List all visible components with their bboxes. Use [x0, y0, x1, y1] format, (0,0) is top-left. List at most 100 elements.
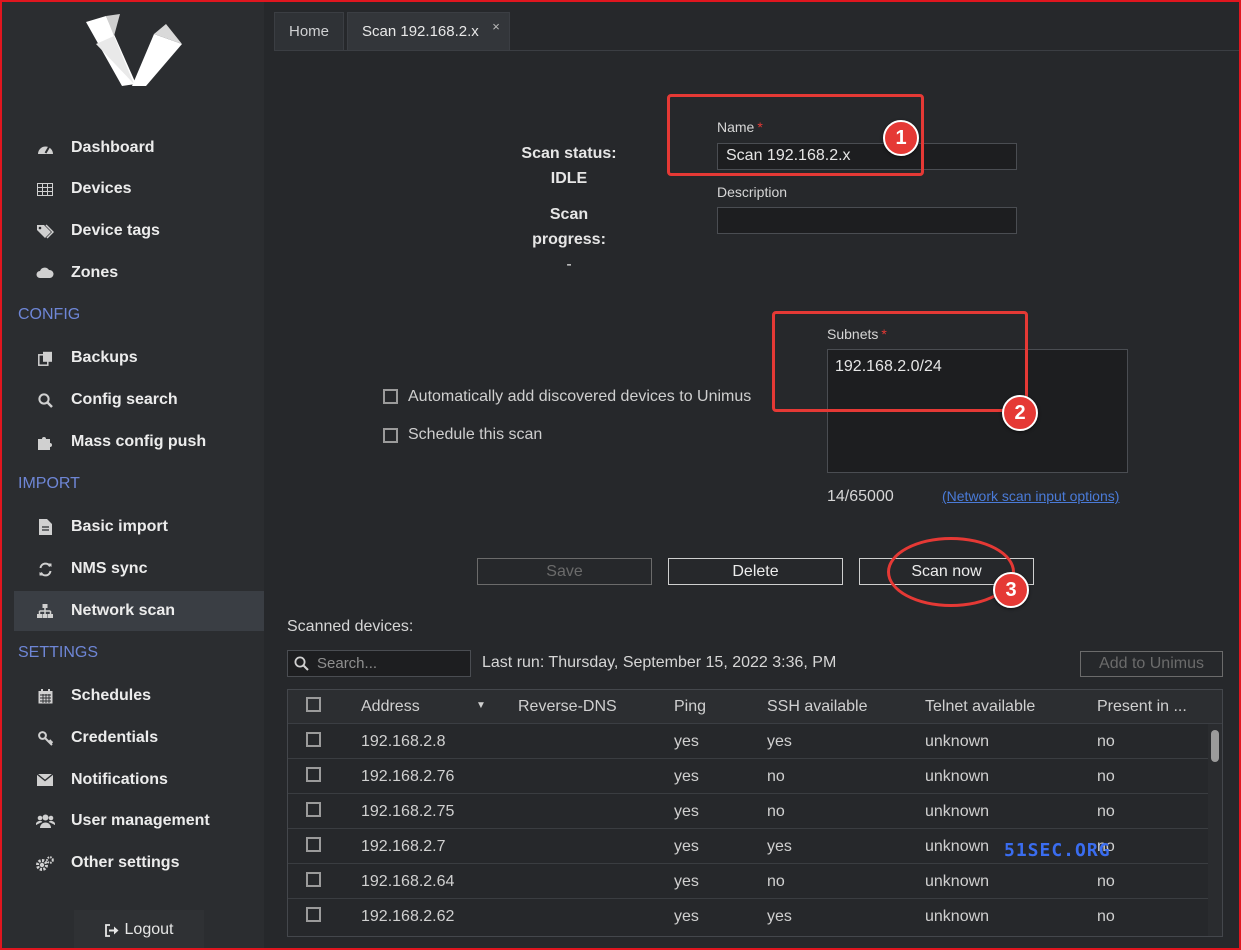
sidebar-item-notifications[interactable]: Notifications: [14, 760, 264, 800]
main-area: Home Scan 192.168.2.x × Scan status: IDL…: [274, 12, 1240, 948]
search-field[interactable]: Search...: [287, 650, 471, 677]
cell-ping: yes: [674, 873, 699, 890]
column-header-telnet[interactable]: Telnet available: [925, 698, 1035, 716]
column-header-reverse-dns[interactable]: Reverse-DNS: [518, 698, 617, 716]
column-header-ssh[interactable]: SSH available: [767, 698, 868, 716]
sidebar-item-user-management[interactable]: User management: [14, 801, 264, 841]
table-row[interactable]: 192.168.2.64 yes no unknown no: [288, 864, 1208, 899]
sidebar-item-label: Zones: [71, 264, 119, 281]
close-icon[interactable]: ×: [492, 19, 500, 34]
scan-progress-value: -: [566, 256, 572, 273]
cell-ssh: yes: [767, 733, 792, 750]
sidebar-section-import: IMPORT: [18, 475, 80, 492]
cell-telnet: unknown: [925, 768, 990, 785]
sidebar-item-config-search[interactable]: Config search: [14, 380, 264, 420]
logout-label: Logout: [124, 921, 174, 938]
table-row[interactable]: 192.168.2.75 yes no unknown no: [288, 794, 1208, 829]
cogs-icon: [34, 854, 56, 872]
cell-address: 192.168.2.7: [361, 838, 446, 855]
cell-ping: yes: [674, 768, 699, 785]
delete-button[interactable]: Delete: [668, 558, 843, 585]
cloud-icon: [34, 264, 56, 282]
row-checkbox[interactable]: [306, 907, 321, 922]
row-checkbox[interactable]: [306, 767, 321, 782]
sidebar-item-label: User management: [71, 812, 210, 829]
sort-desc-icon[interactable]: ▼: [476, 700, 486, 711]
users-icon: [34, 812, 56, 830]
cell-address: 192.168.2.76: [361, 768, 455, 785]
sidebar-item-mass-config-push[interactable]: Mass config push: [14, 422, 264, 462]
tab-label: Scan 192.168.2.x: [362, 23, 479, 40]
cell-present: no: [1097, 733, 1115, 750]
row-checkbox[interactable]: [306, 802, 321, 817]
network-scan-input-options-link[interactable]: (Network scan input options): [942, 488, 1119, 504]
logout-button[interactable]: Logout: [74, 910, 204, 950]
cell-ssh: yes: [767, 908, 792, 925]
search-placeholder: Search...: [317, 655, 378, 672]
sidebar-item-devices[interactable]: Devices: [14, 169, 264, 209]
table-scrollbar[interactable]: [1208, 724, 1222, 936]
cell-telnet: unknown: [925, 838, 990, 855]
tab-bar: Home Scan 192.168.2.x ×: [274, 12, 513, 50]
cell-ssh: no: [767, 768, 785, 785]
cell-present: no: [1097, 908, 1115, 925]
save-button[interactable]: Save: [477, 558, 652, 585]
dashboard-icon: [34, 139, 56, 157]
auto-add-label: Automatically add discovered devices to …: [408, 388, 752, 405]
auto-add-checkbox[interactable]: [383, 389, 398, 404]
sidebar-item-dashboard[interactable]: Dashboard: [14, 128, 264, 168]
cell-present: no: [1097, 803, 1115, 820]
sidebar-item-label: Other settings: [71, 854, 180, 871]
annotation-box-subnets: [772, 311, 1028, 412]
sidebar-item-label: Basic import: [71, 518, 168, 535]
key-icon: [34, 729, 56, 747]
column-header-ping[interactable]: Ping: [674, 698, 706, 716]
cell-ping: yes: [674, 803, 699, 820]
copy-icon: [34, 349, 56, 367]
row-checkbox[interactable]: [306, 732, 321, 747]
scrollbar-thumb[interactable]: [1211, 730, 1219, 762]
tab-label: Home: [289, 23, 330, 40]
sidebar-item-network-scan[interactable]: Network scan: [14, 591, 264, 631]
tab-scan[interactable]: Scan 192.168.2.x ×: [347, 12, 510, 50]
sidebar-item-nms-sync[interactable]: NMS sync: [14, 549, 264, 589]
add-to-unimus-button[interactable]: Add to Unimus: [1080, 651, 1223, 677]
sidebar-section-settings: SETTINGS: [18, 644, 99, 661]
cell-ssh: no: [767, 873, 785, 890]
sidebar-item-credentials[interactable]: Credentials: [14, 718, 264, 758]
column-header-address[interactable]: Address: [361, 698, 420, 716]
cell-address: 192.168.2.62: [361, 908, 455, 925]
select-all-checkbox[interactable]: [306, 697, 321, 712]
cell-telnet: unknown: [925, 733, 990, 750]
cell-present: no: [1097, 873, 1115, 890]
schedule-checkbox[interactable]: [383, 428, 398, 443]
column-header-present[interactable]: Present in ...: [1097, 698, 1187, 716]
description-input[interactable]: [717, 207, 1017, 234]
cell-telnet: unknown: [925, 873, 990, 890]
sidebar-item-zones[interactable]: Zones: [14, 253, 264, 293]
search-icon: [34, 391, 56, 409]
tab-home[interactable]: Home: [274, 12, 345, 50]
unimus-logo: [86, 14, 182, 86]
sidebar-item-label: Backups: [71, 349, 138, 366]
scan-status-block: Scan status: IDLE Scan progress: -: [512, 141, 626, 277]
tags-icon: [34, 222, 56, 240]
sidebar-item-device-tags[interactable]: Device tags: [14, 211, 264, 251]
sidebar-item-label: Schedules: [71, 687, 152, 704]
table-row[interactable]: 192.168.2.76 yes no unknown no: [288, 759, 1208, 794]
row-checkbox[interactable]: [306, 837, 321, 852]
row-checkbox[interactable]: [306, 872, 321, 887]
sidebar-item-schedules[interactable]: Schedules: [14, 676, 264, 716]
sign-out-icon: [104, 923, 119, 937]
search-icon: [294, 656, 309, 671]
scan-panel: Scan status: IDLE Scan progress: - Name *…: [274, 50, 1240, 948]
sidebar-item-backups[interactable]: Backups: [14, 338, 264, 378]
table-row[interactable]: 192.168.2.8 yes yes unknown no: [288, 724, 1208, 759]
envelope-icon: [34, 771, 56, 789]
table-row[interactable]: 192.168.2.62 yes yes unknown no: [288, 899, 1208, 934]
table-icon: [34, 180, 56, 198]
sidebar-item-basic-import[interactable]: Basic import: [14, 507, 264, 547]
sidebar-item-label: NMS sync: [71, 560, 148, 577]
description-label: Description: [717, 184, 788, 200]
sidebar-item-other-settings[interactable]: Other settings: [14, 843, 264, 883]
